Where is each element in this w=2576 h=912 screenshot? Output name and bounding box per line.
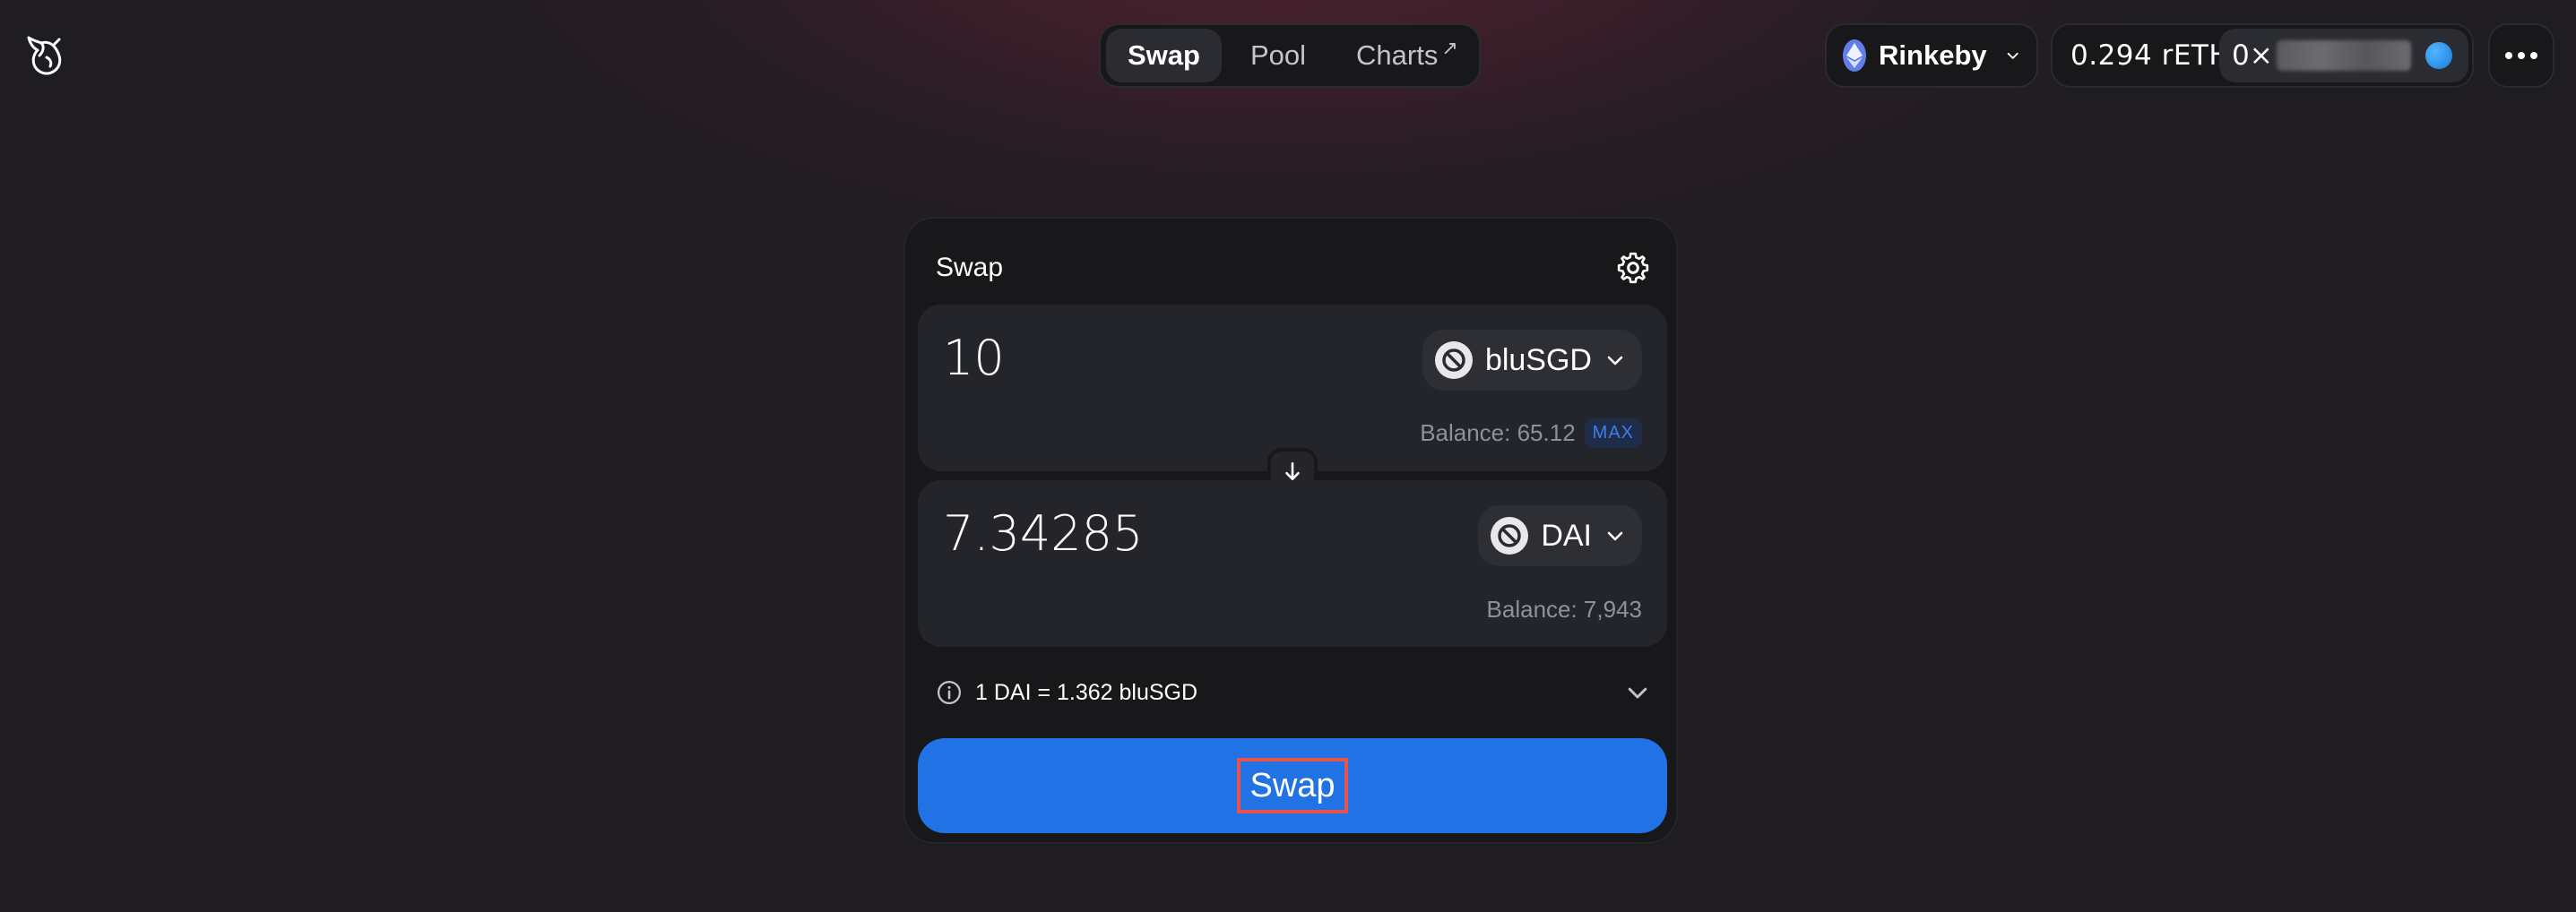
tab-charts-label: Charts [1356,39,1439,71]
more-dots-icon [2505,52,2537,59]
max-button[interactable]: MAX [1584,418,1642,448]
swap-card-title: Swap [936,253,1004,282]
chevron-down-icon [1607,531,1623,541]
ethereum-icon [1843,39,1867,72]
tab-pool-label: Pool [1249,39,1307,71]
output-amount-field[interactable] [943,505,1391,562]
network-label: Rinkeby [1879,39,1987,71]
account-panel: 0.294 rETH 0× [2051,23,2474,88]
input-token-selector[interactable]: bluSGD [1422,330,1642,391]
info-icon [938,681,961,704]
input-balance-label: Balance: 65.12 [1420,419,1576,446]
tab-charts[interactable]: Charts ↗ [1335,29,1480,82]
eth-balance: 0.294 rETH [2070,39,2231,72]
arrow-up-right-icon: ↗ [1441,37,1458,59]
output-balance-label: Balance: 7,943 [1486,596,1642,623]
uniswap-logo-icon[interactable] [22,32,66,77]
exchange-rate-text: 1 DAI = 1.362 bluSGD [975,679,1198,705]
network-selector[interactable]: Rinkeby [1825,23,2038,88]
rate-info: 1 DAI = 1.362 bluSGD [936,679,1197,706]
output-token-label: DAI [1541,518,1592,553]
rate-row[interactable]: 1 DAI = 1.362 bluSGD [936,672,1651,713]
tab-swap-label: Swap [1128,39,1200,71]
gear-icon[interactable] [1615,250,1651,286]
wallet-avatar-icon [2425,42,2452,69]
swap-card: Swap bluSGD Balance: 65.12 MAX [903,217,1678,844]
chevron-down-icon [1607,356,1623,366]
wallet-address-button[interactable]: 0× [2219,29,2468,82]
unknown-token-icon [1491,517,1529,555]
input-token-label: bluSGD [1484,342,1592,377]
swap-button[interactable]: Swap [918,738,1667,833]
chevron-down-icon [2007,52,2018,59]
output-token-selector[interactable]: DAI [1478,505,1642,566]
swap-button-label: Swap [1237,758,1348,813]
output-token-panel: DAI Balance: 7,943 [918,480,1667,647]
main-nav: Swap Pool Charts ↗ [1099,23,1481,88]
address-redacted [2276,40,2411,71]
input-token-panel: bluSGD Balance: 65.12 MAX [918,305,1667,471]
input-balance-row: Balance: 65.12 MAX [1420,418,1642,448]
swap-card-header: Swap [936,245,1651,290]
address-prefix: 0× [2232,39,2273,72]
more-menu-button[interactable] [2488,23,2554,88]
chevron-down-icon[interactable] [1624,679,1651,706]
input-amount-field[interactable] [943,330,1391,386]
unknown-token-icon [1434,341,1473,379]
tab-swap[interactable]: Swap [1106,29,1222,82]
tab-pool[interactable]: Pool [1229,29,1327,82]
output-balance-row: Balance: 7,943 [1487,596,1642,624]
